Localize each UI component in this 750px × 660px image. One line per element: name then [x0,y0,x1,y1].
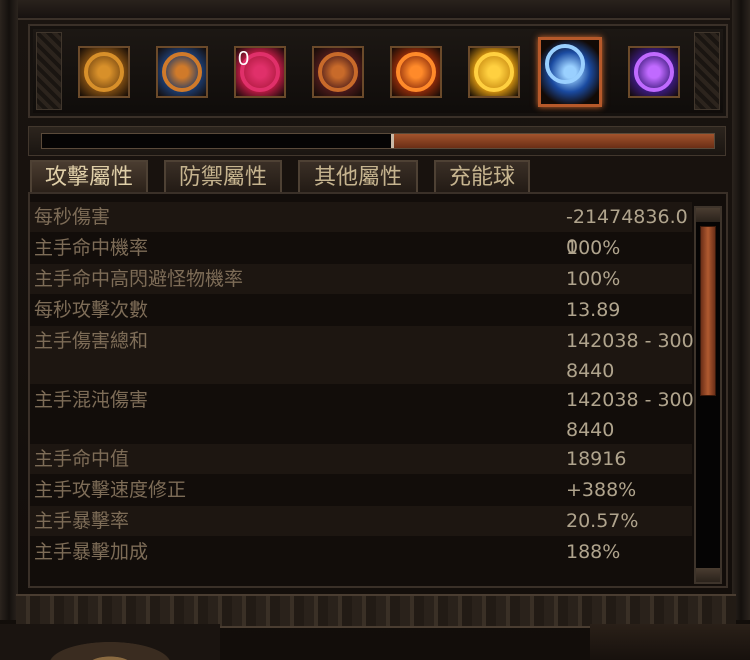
purple-claw-flask-icon [628,46,680,98]
flask-ring [318,52,358,92]
stat-value: 142038 - 3008440 [566,389,694,441]
stat-row: 每秒傷害 -21474836.00 [30,202,692,258]
bottom-left-ornament [0,624,220,660]
stat-value: 188% [566,541,621,563]
bottom-border [16,594,736,628]
flask-bar: 0 [28,24,728,118]
tab-charges[interactable]: 充能球 [434,160,530,192]
stat-name: 每秒傷害 [34,206,111,228]
bottom-right-ornament [590,624,750,660]
experience-track [41,133,715,149]
stat-row: 主手攻擊速度修正 +388% [30,475,692,505]
stat-name: 主手傷害總和 [34,330,149,352]
tab-misc[interactable]: 其他屬性 [298,160,418,192]
stat-value: 100% [566,237,621,259]
right-border [732,0,750,620]
flask-ring [84,52,124,92]
stat-name: 主手命中機率 [34,237,149,259]
stat-name: 主手攻擊速度修正 [34,479,187,501]
stat-row: 主手命中機率 100% [30,233,692,263]
experience-fill [391,134,714,148]
flask-ring [545,44,585,84]
stat-name: 主手暴擊率 [34,510,130,532]
flask-ring [634,52,674,92]
stat-name: 每秒攻擊次數 [34,299,149,321]
scroll-down-button[interactable] [696,568,720,582]
stat-value: 142038 - 3008440 [566,330,694,382]
stat-value: 18916 [566,448,627,470]
stat-row: 主手暴擊率 20.57% [30,506,692,536]
red-lungs-flask-icon: 0 [234,46,286,98]
golden-totem-flask-icon [468,46,520,98]
flask-slot-6[interactable] [462,40,526,104]
top-border [18,0,730,20]
stat-value: 13.89 [566,299,621,321]
window-frame: 0 攻擊屬性 防禦屬性 其他屬性 充能球 每秒傷害 -21474836.00 主手命… [0,0,750,660]
stat-row: 主手命中高閃避怪物機率 100% [30,264,692,294]
stats-scrollbar[interactable] [694,206,722,584]
stat-row: 主手暴擊加成 188% [30,537,692,567]
stat-name: 主手暴擊加成 [34,541,149,563]
hydra-flask-icon [78,46,130,98]
flask-ring [474,52,514,92]
tab-defense[interactable]: 防禦屬性 [164,160,282,192]
flask-slot-3[interactable]: 0 [228,40,292,104]
flask-slot-5[interactable] [384,40,448,104]
stat-value: +388% [566,479,637,501]
lightning-skill-icon [538,37,602,107]
flask-ring [396,52,436,92]
right-ornament [694,32,720,110]
flask-slot-4[interactable] [306,40,370,104]
stats-panel: 每秒傷害 -21474836.00 主手命中機率 100% 主手命中高閃避怪物機率 100… [28,192,728,588]
flask-slot-1[interactable] [72,40,136,104]
scroll-thumb[interactable] [700,226,716,396]
flask-slot-2[interactable] [150,40,214,104]
flask-slot-8[interactable] [622,40,686,104]
dark-claw-flask-icon [312,46,364,98]
flask-charge-label: 0 [238,48,250,70]
stat-name: 主手命中值 [34,448,130,470]
stat-value: 20.57% [566,510,639,532]
experience-bar [28,126,726,156]
blue-claw-flask-icon [156,46,208,98]
left-ornament [36,32,62,110]
stat-row: 每秒攻擊次數 13.89 [30,295,692,325]
stat-row: 主手傷害總和 142038 - 3008440 [30,326,694,384]
stat-row: 主手混沌傷害 142038 - 3008440 [30,385,694,443]
stat-row: 主手命中值 18916 [30,444,692,474]
stat-name: 主手混沌傷害 [34,389,149,411]
tab-attack[interactable]: 攻擊屬性 [30,160,148,192]
flask-ring [162,52,202,92]
scroll-up-button[interactable] [696,208,720,222]
stat-value: 100% [566,268,621,290]
stat-name: 主手命中高閃避怪物機率 [34,268,244,290]
left-border [0,0,18,620]
flask-slot-7[interactable] [538,37,602,107]
fire-rune-flask-icon [390,46,442,98]
